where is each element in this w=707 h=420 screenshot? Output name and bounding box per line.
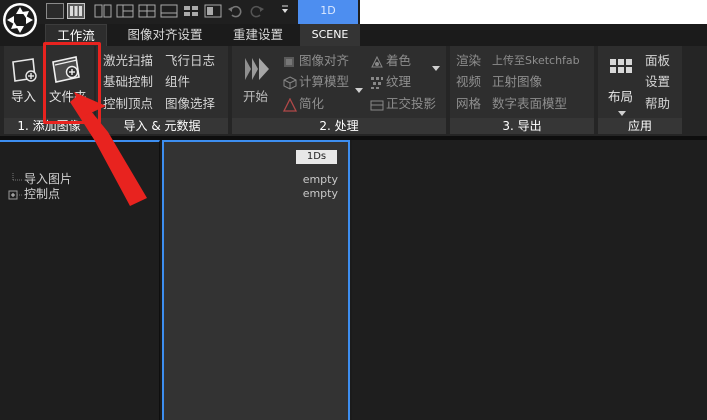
tab-reconstruction-settings[interactable]: 重建设置 [222, 24, 294, 46]
image-selection-button[interactable]: 图像选择 [165, 96, 215, 112]
tree-item-control-points[interactable]: 控制点 [8, 187, 60, 202]
group-import-metadata-label: 导入 & 元数据 [96, 118, 228, 134]
calculate-model-button[interactable]: 计算模型 [299, 74, 349, 90]
upload-sketchfab-button[interactable]: 上传至Sketchfab [492, 53, 580, 69]
group-export-label: 3. 导出 [450, 118, 594, 134]
ortho-projection-icon [370, 97, 384, 116]
video-button[interactable]: 视频 [456, 74, 481, 90]
undo-icon[interactable] [226, 3, 244, 19]
view-badge-1ds: 1Ds [296, 150, 337, 164]
import-image-icon[interactable] [9, 56, 39, 88]
start-button[interactable]: 开始 [243, 86, 268, 105]
simplify-button[interactable]: 简化 [299, 96, 324, 112]
layout-three-icon[interactable] [116, 3, 134, 19]
calculate-model-dropdown-icon[interactable] [355, 79, 363, 98]
calculate-model-icon [283, 75, 297, 94]
empty-label-2: empty [302, 187, 338, 200]
panels-button[interactable]: 面板 [645, 53, 670, 69]
dsm-button[interactable]: 数字表面模型 [492, 96, 567, 112]
tab-alignment-settings[interactable]: 图像对齐设置 [112, 24, 218, 46]
colorize-button[interactable]: 着色 [386, 53, 411, 69]
simplify-icon [282, 97, 298, 116]
import-button[interactable]: 导入 [11, 86, 36, 105]
colorize-icon [370, 54, 384, 73]
layout-single-icon[interactable] [46, 3, 64, 19]
tab-1d[interactable]: 1D [298, 0, 358, 24]
laser-scan-button[interactable]: 激光扫描 [103, 53, 153, 69]
colorize-dropdown-icon[interactable] [432, 57, 440, 76]
highlight-box [43, 42, 101, 124]
layout-two-icon[interactable] [94, 3, 112, 19]
layout-split-icon[interactable] [67, 3, 85, 19]
layout-dropdown-icon[interactable] [618, 102, 626, 121]
help-button[interactable]: 帮助 [645, 96, 670, 112]
render-button[interactable]: 渲染 [456, 53, 481, 69]
tree-item-control-points-label: 控制点 [24, 187, 61, 201]
group-process-label: 2. 处理 [232, 118, 446, 134]
tree-item-import-images-label: 导入图片 [24, 172, 73, 186]
quick-access-menu-icon[interactable] [280, 3, 290, 20]
layout-quad-icon[interactable] [182, 3, 200, 19]
layout-grid-icon[interactable] [138, 3, 156, 19]
window-blank-area [360, 0, 707, 24]
flight-log-button[interactable]: 飞行日志 [165, 53, 215, 69]
align-images-icon [283, 54, 295, 73]
ground-control-button[interactable]: 基础控制 [103, 74, 153, 90]
align-images-button[interactable]: 图像对齐 [299, 53, 349, 69]
scene-view-pane[interactable] [352, 140, 707, 420]
texture-button[interactable]: 纹理 [386, 74, 411, 90]
layout-wide-icon[interactable] [160, 3, 178, 19]
group-application-label: 应用 [598, 118, 682, 134]
layout-icon[interactable] [609, 58, 633, 84]
mesh-button[interactable]: 网格 [456, 96, 481, 112]
ortho-projection-button[interactable]: 正交投影 [386, 96, 436, 112]
start-icon[interactable] [243, 55, 271, 87]
texture-icon [370, 75, 384, 94]
empty-label-1: empty [302, 173, 338, 186]
settings-button[interactable]: 设置 [645, 74, 670, 90]
orthophoto-button[interactable]: 正射图像 [492, 74, 542, 90]
expand-icon[interactable] [8, 188, 24, 202]
control-points-button[interactable]: 控制顶点 [103, 96, 153, 112]
redo-icon[interactable] [248, 3, 266, 19]
app-logo-icon[interactable] [2, 2, 38, 38]
tree-item-import-images[interactable]: 导入图片 [8, 172, 72, 187]
layout-panel-icon[interactable] [204, 3, 222, 19]
tab-scene[interactable]: SCENE [300, 24, 360, 46]
components-button[interactable]: 组件 [165, 74, 190, 90]
